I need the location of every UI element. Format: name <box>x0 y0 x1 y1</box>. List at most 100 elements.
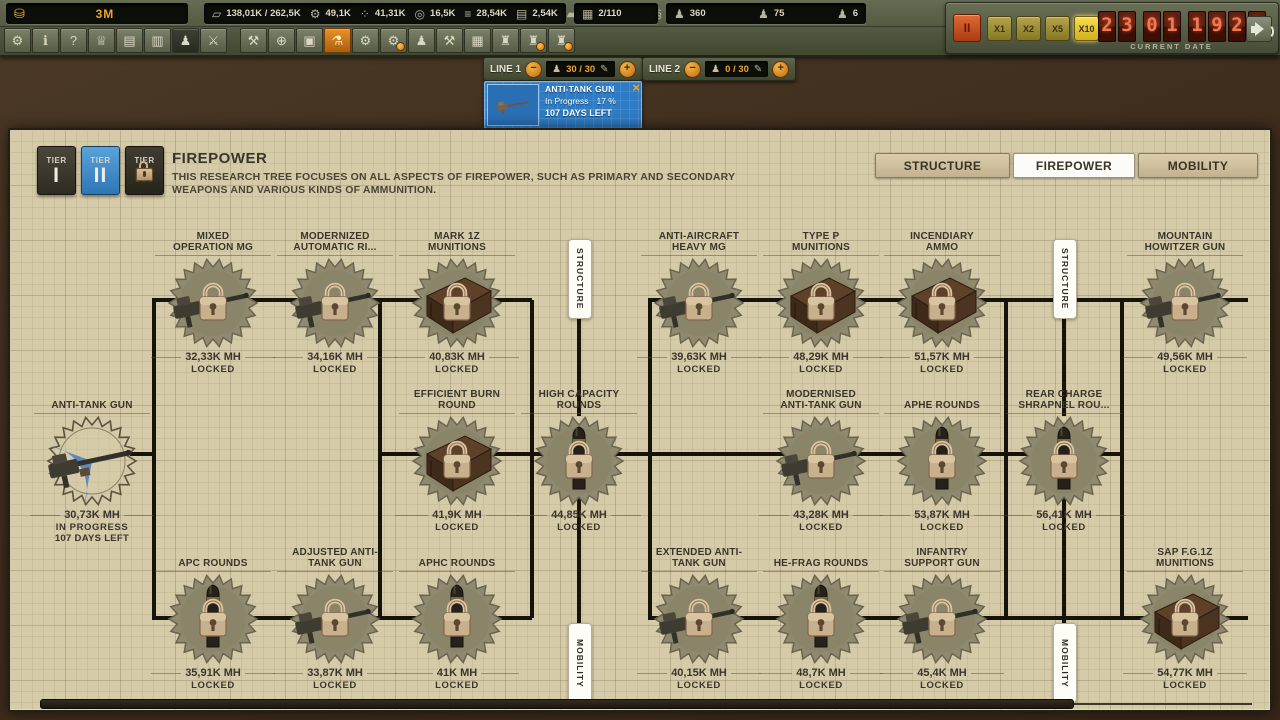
crew-button[interactable]: ♟ <box>408 28 435 53</box>
measure-tick <box>367 673 397 674</box>
world-market-button[interactable]: ⊕ <box>268 28 295 53</box>
research-node[interactable]: APHE ROUNDS53,87K MHLOCKED <box>880 387 1004 533</box>
edit-line-icon[interactable]: ✎ <box>754 64 762 75</box>
help-button[interactable]: ? <box>60 28 87 53</box>
tank-design-button[interactable]: ♜ <box>492 28 519 53</box>
pipes-icon: ≡ <box>464 8 471 20</box>
research-node[interactable]: TYPE PMUNITIONS48,29K MHLOCKED <box>759 229 883 375</box>
decrease-workers-button[interactable]: − <box>525 61 542 78</box>
research-node[interactable]: EXTENDED ANTI-TANK GUN40,15K MHLOCKED <box>637 545 761 691</box>
toolbar-gap <box>228 28 240 53</box>
speed-x2-button[interactable]: X2 <box>1016 16 1041 41</box>
measure-tick <box>1217 673 1247 674</box>
staff-count: 75 <box>774 8 785 19</box>
locked-gear-icon <box>759 572 883 666</box>
increase-workers-button[interactable]: + <box>772 61 789 78</box>
tank-army-button[interactable]: ♜ <box>548 28 575 53</box>
storage-box[interactable]: ▦ 2/110 <box>574 3 658 24</box>
research-node[interactable]: EFFICIENT BURNROUND41,9K MHLOCKED <box>395 387 519 533</box>
branch-label-structure: STRUCTURE <box>568 239 592 319</box>
news-button[interactable]: ▤ <box>116 28 143 53</box>
measure-tick <box>731 673 761 674</box>
locked-gear-icon <box>273 256 397 350</box>
node-man-hours: 32,33K MH <box>185 351 241 363</box>
factory-button[interactable]: ⚒ <box>240 28 267 53</box>
research-node[interactable]: MODERNISEDANTI-TANK GUN43,28K MHLOCKED <box>759 387 883 533</box>
research-node[interactable]: MIXEDOPERATION MG32,33K MHLOCKED <box>151 229 275 375</box>
horizontal-scrollbar-thumb[interactable] <box>40 699 1074 709</box>
node-title: SAP F.G.1ZMUNITIONS <box>1123 545 1247 569</box>
research-node[interactable]: REAR CHARGESHRAPNEL ROU...56,41K MHLOCKE… <box>1002 387 1126 533</box>
storage-button[interactable]: ▣ <box>296 28 323 53</box>
research-node[interactable]: APC ROUNDS35,91K MHLOCKED <box>151 545 275 691</box>
steel-icon: ▱ <box>212 8 221 20</box>
node-gear <box>637 256 761 350</box>
announcements-icon[interactable] <box>1246 16 1272 42</box>
node-mh-row: 41K MH <box>395 667 519 679</box>
maintenance-button[interactable]: ⚙ <box>380 28 407 53</box>
research-node[interactable]: INCENDIARYAMMO51,57K MHLOCKED <box>880 229 1004 375</box>
node-title: APHE ROUNDS <box>880 387 1004 411</box>
research-node[interactable]: ADJUSTED ANTI-TANK GUN33,87K MHLOCKED <box>273 545 397 691</box>
node-title: MODERNISEDANTI-TANK GUN <box>759 387 883 411</box>
research-node[interactable]: MOUNTAINHOWITZER GUN49,56K MHLOCKED <box>1123 229 1247 375</box>
edit-line-icon[interactable]: ✎ <box>600 64 608 75</box>
tank-production-button[interactable]: ♜ <box>520 28 547 53</box>
resource-item: ⁘41,31K <box>360 8 406 20</box>
speed-x10-button[interactable]: X10 <box>1074 16 1099 41</box>
date-digit: 2 <box>1228 11 1246 42</box>
node-man-hours: 45,4K MH <box>917 667 967 679</box>
measure-tick <box>759 357 789 358</box>
locked-gear-icon <box>880 414 1004 508</box>
wire-coil-icon: ◎ <box>415 8 425 20</box>
speed-x1-button[interactable]: X1 <box>987 16 1012 41</box>
money-box[interactable]: ⛁ 3M <box>6 3 188 24</box>
combat-button[interactable]: ⚔ <box>200 28 227 53</box>
notification-badge <box>396 42 405 51</box>
node-title: TYPE PMUNITIONS <box>759 229 883 253</box>
research-button[interactable]: ⚗ <box>324 28 351 53</box>
profile-button[interactable]: ♟ <box>172 28 199 53</box>
locked-gear-icon <box>151 256 275 350</box>
research-node[interactable]: ANTI-TANK GUN30,73K MHIN PROGRESS107 DAY… <box>30 387 154 544</box>
toolbar: ⚙ℹ?♕▤▥♟⚔⚒⊕▣⚗⚙⚙♟⚒▦♜♜♜ <box>4 28 576 53</box>
staff-item: ♟360 <box>674 8 706 20</box>
node-title: MODERNIZEDAUTOMATIC RI... <box>273 229 397 253</box>
node-gear <box>395 572 519 666</box>
cancel-research-icon[interactable]: × <box>632 81 640 94</box>
production-line-tab[interactable]: LINE 2−♟0 / 30✎+ <box>642 57 796 81</box>
rivets-icon: ⁘ <box>360 8 370 20</box>
research-node[interactable]: HIGH CAPACITYROUNDS44,85K MHLOCKED <box>517 387 641 533</box>
locked-gear-icon <box>759 256 883 350</box>
materials-button[interactable]: ▦ <box>464 28 491 53</box>
node-status: LOCKED <box>880 522 1004 533</box>
research-node[interactable]: ANTI-AIRCRAFTHEAVY MG39,63K MHLOCKED <box>637 229 761 375</box>
research-node[interactable]: HE-FRAG ROUNDS48,7K MHLOCKED <box>759 545 883 691</box>
research-node[interactable]: MARK 1ZMUNITIONS40,83K MHLOCKED <box>395 229 519 375</box>
research-node[interactable]: INFANTRYSUPPORT GUN45,4K MHLOCKED <box>880 545 1004 691</box>
pause-button[interactable]: II <box>953 14 981 42</box>
date-digit: 0 <box>1143 11 1161 42</box>
research-node[interactable]: MODERNIZEDAUTOMATIC RI...34,16K MHLOCKED <box>273 229 397 375</box>
speed-x5-button[interactable]: X5 <box>1045 16 1070 41</box>
node-status: LOCKED <box>1123 364 1247 375</box>
node-title: ANTI-AIRCRAFTHEAVY MG <box>637 229 761 253</box>
info-button[interactable]: ℹ <box>32 28 59 53</box>
achievements-button[interactable]: ♕ <box>88 28 115 53</box>
node-status: IN PROGRESS <box>30 522 154 533</box>
production-line-tab[interactable]: LINE 1−♟30 / 30✎+ <box>483 57 643 81</box>
node-status: LOCKED <box>759 522 883 533</box>
settings-button[interactable]: ⚙ <box>4 28 31 53</box>
construction-button[interactable]: ⚒ <box>436 28 463 53</box>
node-mh-row: 40,15K MH <box>637 667 761 679</box>
encyclopedia-button[interactable]: ▥ <box>144 28 171 53</box>
research-queue-card[interactable]: ANTI-TANK GUN × In Progress 17 % 107 DAY… <box>484 81 642 129</box>
node-status: LOCKED <box>151 364 275 375</box>
research-node[interactable]: APHC ROUNDS41K MHLOCKED <box>395 545 519 691</box>
increase-workers-button[interactable]: + <box>619 61 636 78</box>
repair-button[interactable]: ⚙ <box>352 28 379 53</box>
research-node[interactable]: SAP F.G.1ZMUNITIONS54,77K MHLOCKED <box>1123 545 1247 691</box>
staff-box: ♟360♟75♟6 <box>666 3 866 24</box>
decrease-workers-button[interactable]: − <box>684 61 701 78</box>
node-man-hours: 51,57K MH <box>914 351 970 363</box>
